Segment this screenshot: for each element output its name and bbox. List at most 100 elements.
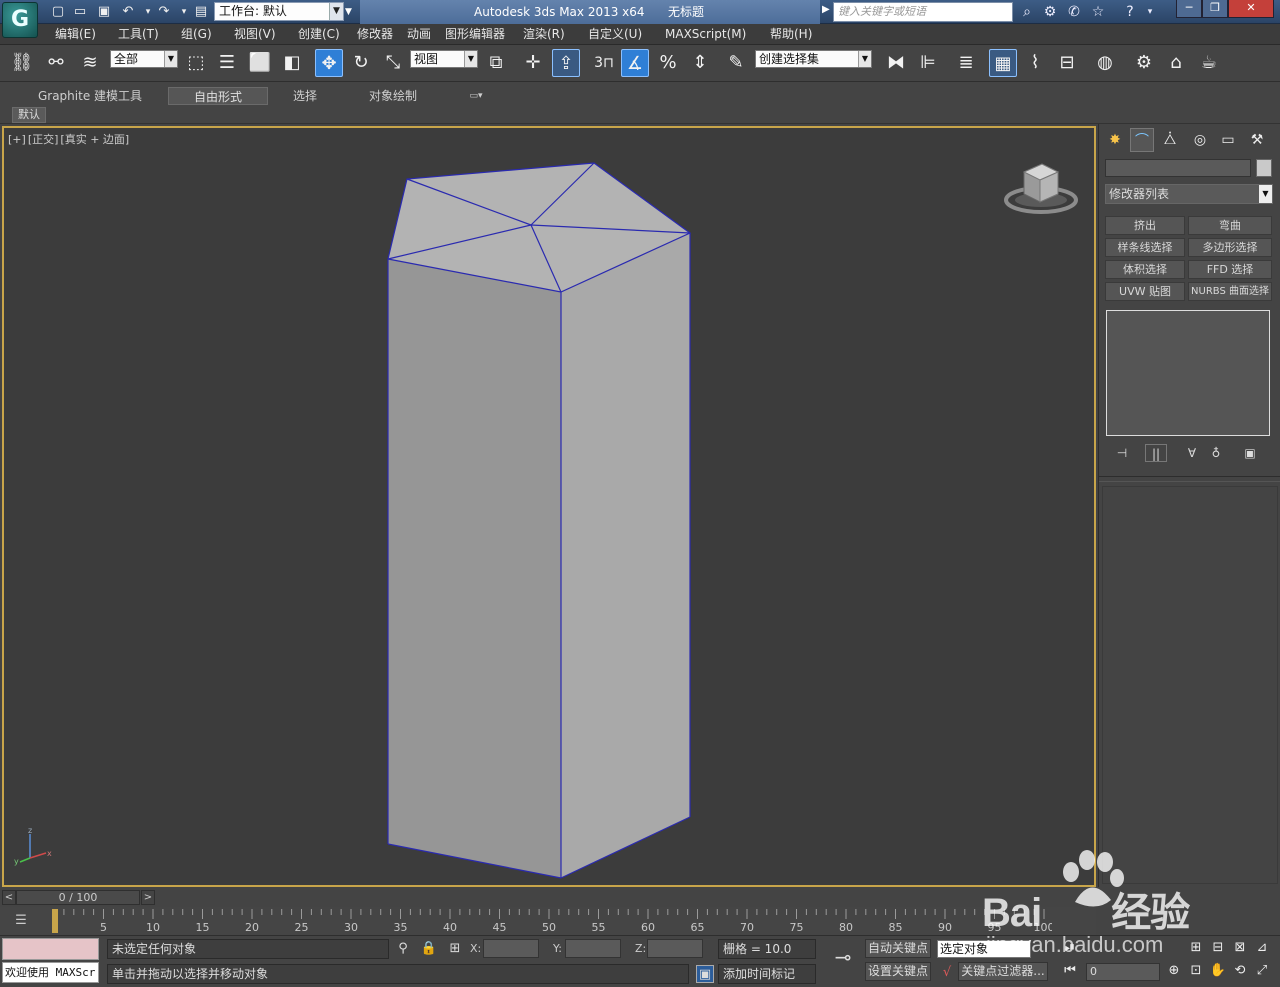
keyboard-shortcut-override-icon[interactable]: ⇪: [552, 49, 580, 77]
box-object[interactable]: [4, 128, 1096, 887]
time-slider[interactable]: < 0 / 100 >: [0, 889, 1096, 907]
pin-stack-icon[interactable]: ⊣: [1111, 444, 1133, 462]
align-icon[interactable]: ⊫: [914, 49, 942, 77]
zoom-extents-selected-icon[interactable]: ⊠: [1230, 939, 1250, 957]
volume-select-button[interactable]: 体积选择: [1105, 260, 1185, 279]
subscription-icon[interactable]: ⚙: [1040, 3, 1060, 21]
select-move-icon[interactable]: ✥: [315, 49, 343, 77]
modifier-stack[interactable]: [1106, 310, 1270, 436]
menu-create[interactable]: 创建(C): [298, 27, 340, 42]
minimize-button[interactable]: ─: [1176, 0, 1202, 18]
link-icon[interactable]: ⛓: [8, 49, 36, 77]
select-rotate-icon[interactable]: ↻: [347, 49, 375, 77]
hierarchy-tab-icon[interactable]: ⧊: [1158, 128, 1182, 152]
maxscript-listener-input[interactable]: 欢迎使用 MAXScr: [2, 962, 99, 983]
pivot-center-icon[interactable]: ⧉: [482, 49, 510, 77]
menu-rendering[interactable]: 渲染(R): [523, 27, 565, 42]
maxscript-listener-mini[interactable]: [2, 938, 99, 960]
frame-ruler[interactable]: 5 10 15 20 25 30 35 40 45 50 55 60 65 70 75 80 85 90 95 100: [52, 907, 1052, 935]
viewcube[interactable]: [1004, 158, 1080, 216]
bind-space-warp-icon[interactable]: ≋: [76, 49, 104, 77]
redo-icon[interactable]: ↷: [156, 4, 172, 20]
bend-button[interactable]: 弯曲: [1188, 216, 1272, 235]
curve-editor-mini-icon[interactable]: ☰: [10, 913, 32, 929]
menu-help[interactable]: 帮助(H): [770, 27, 812, 42]
motion-tab-icon[interactable]: ◎: [1188, 128, 1212, 152]
ffd-select-button[interactable]: FFD 选择: [1188, 260, 1272, 279]
set-key-key-icon[interactable]: ⊸: [828, 947, 858, 967]
app-menu-button[interactable]: G: [2, 2, 38, 38]
help-search-input[interactable]: 键入关键字或短语: [833, 2, 1013, 22]
utilities-tab-icon[interactable]: ⚒: [1245, 128, 1269, 152]
menu-graph-editors[interactable]: 图形编辑器: [445, 27, 505, 42]
remove-modifier-icon[interactable]: ♁: [1205, 444, 1227, 462]
display-tab-icon[interactable]: ▭: [1216, 128, 1240, 152]
select-object-icon[interactable]: ⬚: [182, 49, 210, 77]
new-file-icon[interactable]: ▢: [50, 4, 66, 20]
search-expand-icon[interactable]: ▶: [822, 4, 830, 15]
zoom-extents-icon[interactable]: ⊟: [1208, 939, 1228, 957]
time-tag-icon[interactable]: ▣: [696, 965, 714, 983]
menu-maxscript[interactable]: MAXScript(M): [665, 27, 746, 42]
window-crossing-icon[interactable]: ◧: [278, 49, 306, 77]
selection-filter-dropdown[interactable]: 全部 ▼: [110, 50, 178, 68]
pan-hand-icon[interactable]: ✋: [1208, 962, 1228, 980]
menu-edit[interactable]: 编辑(E): [55, 27, 96, 42]
render-setup-icon[interactable]: ⚙: [1130, 49, 1158, 77]
edit-named-selection-icon[interactable]: ✎: [722, 49, 750, 77]
track-bar[interactable]: ☰ 5 10 15 20 25 30 35 40 45 50 55 60 65 70 75 80 85 90 95 1…: [0, 907, 1096, 935]
help-dropdown-icon[interactable]: ▾: [1140, 3, 1160, 21]
current-frame-spinner[interactable]: 0: [1086, 963, 1160, 981]
viewport-pov-label[interactable]: [正交]: [28, 133, 59, 146]
angle-snap-icon[interactable]: ∡: [621, 49, 649, 77]
nurbs-surface-select-button[interactable]: NURBS 曲面选择: [1188, 282, 1272, 301]
open-file-icon[interactable]: ▭: [72, 4, 88, 20]
poly-select-button[interactable]: 多边形选择: [1188, 238, 1272, 257]
ribbon-options-icon[interactable]: ▭▾: [462, 87, 490, 105]
help-icon[interactable]: ?: [1120, 3, 1140, 21]
key-mode-dropdown[interactable]: 选定对象: [937, 940, 1031, 958]
ribbon-default-button[interactable]: 默认: [12, 107, 46, 123]
menu-group[interactable]: 组(G): [181, 27, 212, 42]
redo-dropdown-icon[interactable]: ▾: [176, 4, 192, 20]
previous-frame-icon[interactable]: <: [2, 890, 16, 905]
y-coordinate-input[interactable]: [565, 939, 621, 958]
project-folder-icon[interactable]: ▤: [193, 4, 209, 20]
zoom-region-icon[interactable]: ⊡: [1186, 962, 1206, 980]
reference-coordinate-dropdown[interactable]: 视图 ▼: [410, 50, 478, 68]
select-scale-icon[interactable]: ⤡: [379, 49, 407, 77]
curve-editor-icon[interactable]: ⌇: [1021, 49, 1049, 77]
modifier-list-dropdown[interactable]: 修改器列表 ▼: [1105, 184, 1273, 204]
tab-graphite-modeling[interactable]: Graphite 建模工具: [30, 87, 150, 105]
orbit-icon[interactable]: ⟲: [1230, 962, 1250, 980]
lock-selection-icon[interactable]: 🔒: [420, 940, 438, 958]
viewport-label[interactable]: [+] [正交] [真实 + 边面]: [8, 131, 131, 147]
x-coordinate-input[interactable]: [483, 939, 539, 958]
create-tab-icon[interactable]: ✸: [1103, 128, 1127, 152]
menu-animation[interactable]: 动画: [407, 27, 431, 42]
percent-snap-icon[interactable]: %: [654, 49, 682, 77]
rendered-frame-icon[interactable]: ⌂: [1162, 49, 1190, 77]
field-of-view-icon[interactable]: ⊿: [1252, 939, 1272, 957]
viewport-shading-label[interactable]: [真实 + 边面]: [60, 133, 129, 146]
undo-dropdown-icon[interactable]: ▾: [140, 4, 156, 20]
schematic-view-icon[interactable]: ⊟: [1053, 49, 1081, 77]
communication-icon[interactable]: ✆: [1064, 3, 1084, 21]
tab-freeform[interactable]: 自由形式: [168, 87, 268, 105]
z-coordinate-input[interactable]: [647, 939, 703, 958]
zoom-all-icon[interactable]: ⊞: [1186, 939, 1206, 957]
spline-select-button[interactable]: 样条线选择: [1105, 238, 1185, 257]
tab-object-paint[interactable]: 对象绘制: [360, 87, 426, 105]
menu-modifiers[interactable]: 修改器: [357, 27, 393, 42]
object-name-input[interactable]: [1105, 159, 1251, 177]
maximize-viewport-icon[interactable]: ⤢: [1252, 962, 1272, 980]
extrude-button[interactable]: 挤出: [1105, 216, 1185, 235]
snaps-toggle-icon[interactable]: 3⊓: [590, 49, 618, 77]
render-teapot-icon[interactable]: ☕: [1195, 49, 1223, 77]
key-filters-button[interactable]: 关键点过滤器...: [958, 962, 1048, 981]
time-slider-thumb[interactable]: 0 / 100: [16, 890, 140, 905]
undo-icon[interactable]: ↶: [120, 4, 136, 20]
workspace-dropdown[interactable]: 工作台: 默认 ▼: [214, 2, 344, 21]
select-manipulate-icon[interactable]: ✛: [519, 49, 547, 77]
customize-quickaccess-icon[interactable]: ▼: [345, 3, 357, 21]
